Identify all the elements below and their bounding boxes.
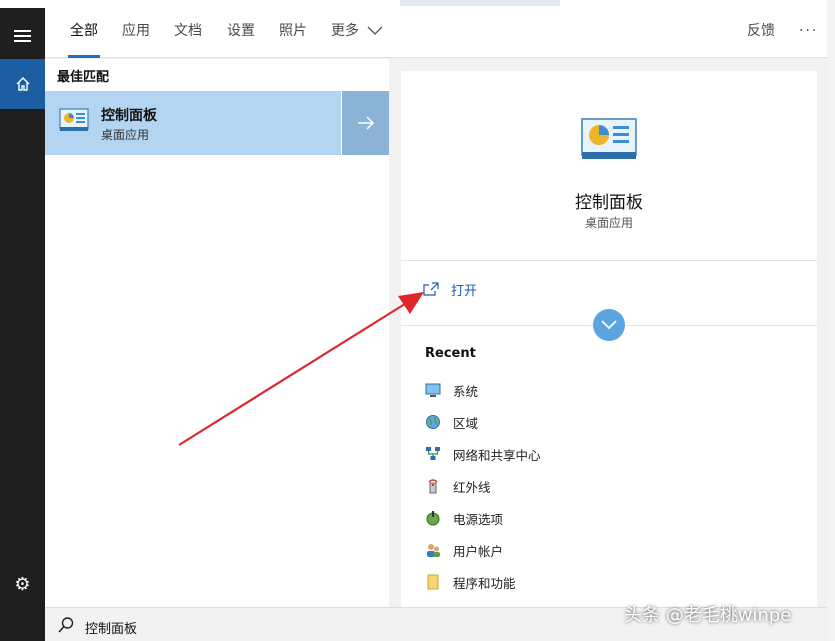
tab-photos[interactable]: 照片: [279, 8, 307, 58]
best-match-header: 最佳匹配: [57, 70, 110, 85]
home-button[interactable]: [0, 59, 45, 109]
users-icon: [427, 544, 440, 557]
search-icon: [58, 617, 74, 633]
arrow-right-icon: [357, 116, 374, 130]
detail-pane: 控制面板 桌面应用 打开 Recent 系统 区域 网络和共享中心 红外线 电源…: [401, 71, 817, 621]
infrared-icon: [428, 479, 438, 494]
recent-item-programs[interactable]: 程序和功能: [425, 566, 805, 598]
recent-item-users[interactable]: 用户帐户: [425, 534, 805, 566]
detail-subtitle: 桌面应用: [584, 216, 633, 230]
hamburger-icon: [14, 30, 31, 42]
watermark: 头条 @老毛桃winpe: [624, 605, 792, 626]
programs-icon: [427, 574, 439, 590]
best-match-open-arrow[interactable]: [341, 91, 389, 155]
recent-item-region[interactable]: 区域: [425, 406, 805, 438]
open-action[interactable]: 打开: [423, 278, 477, 300]
results-list: 最佳匹配 控制面板 桌面应用: [45, 59, 389, 607]
open-action-label: 打开: [451, 283, 478, 299]
recent-item-system[interactable]: 系统: [425, 374, 805, 406]
chevron-down-icon: [601, 320, 617, 330]
recent-header: Recent: [425, 346, 476, 361]
search-input[interactable]: 控制面板: [85, 618, 137, 637]
recent-item-infrared[interactable]: 红外线: [425, 470, 805, 502]
menu-button[interactable]: [0, 18, 45, 54]
background-window-strip: [400, 0, 560, 6]
tab-apps[interactable]: 应用: [122, 8, 150, 58]
recent-list: 系统 区域 网络和共享中心 红外线 电源选项 用户帐户 程序和功能: [425, 374, 805, 630]
settings-button[interactable]: ⚙: [0, 564, 45, 604]
tab-more[interactable]: 更多: [331, 8, 383, 58]
start-rail: ⚙: [0, 8, 45, 641]
system-icon: [425, 383, 441, 397]
gear-icon: ⚙: [14, 573, 31, 595]
home-icon: [16, 77, 29, 91]
chevron-down-icon: [367, 26, 383, 35]
region-icon: [426, 415, 440, 429]
tab-settings[interactable]: 设置: [227, 8, 255, 58]
best-match-item[interactable]: 控制面板 桌面应用: [45, 91, 341, 155]
control-panel-icon: [59, 108, 89, 131]
background-window-edge: [827, 0, 835, 641]
control-panel-icon: [581, 118, 637, 159]
feedback-button[interactable]: 反馈: [747, 8, 775, 58]
recent-item-network[interactable]: 网络和共享中心: [425, 438, 805, 470]
recent-item-power[interactable]: 电源选项: [425, 502, 805, 534]
tab-documents[interactable]: 文档: [174, 8, 202, 58]
best-match-title: 控制面板: [101, 108, 157, 124]
expand-button[interactable]: [593, 309, 625, 341]
tab-all[interactable]: 全部: [68, 8, 100, 58]
best-match-subtitle: 桌面应用: [101, 128, 150, 142]
open-external-icon: [423, 282, 439, 296]
more-options-button[interactable]: ···: [799, 8, 818, 58]
search-panel: 全部 应用 文档 设置 照片 更多 反馈 ··· 最佳匹配 控制面板 桌面应用 …: [45, 8, 827, 621]
network-icon: [426, 447, 440, 460]
divider: [401, 260, 817, 261]
power-icon: [426, 511, 440, 526]
detail-title: 控制面板: [575, 193, 643, 213]
filter-tabs: 全部 应用 文档 设置 照片 更多 反馈 ···: [45, 8, 827, 58]
